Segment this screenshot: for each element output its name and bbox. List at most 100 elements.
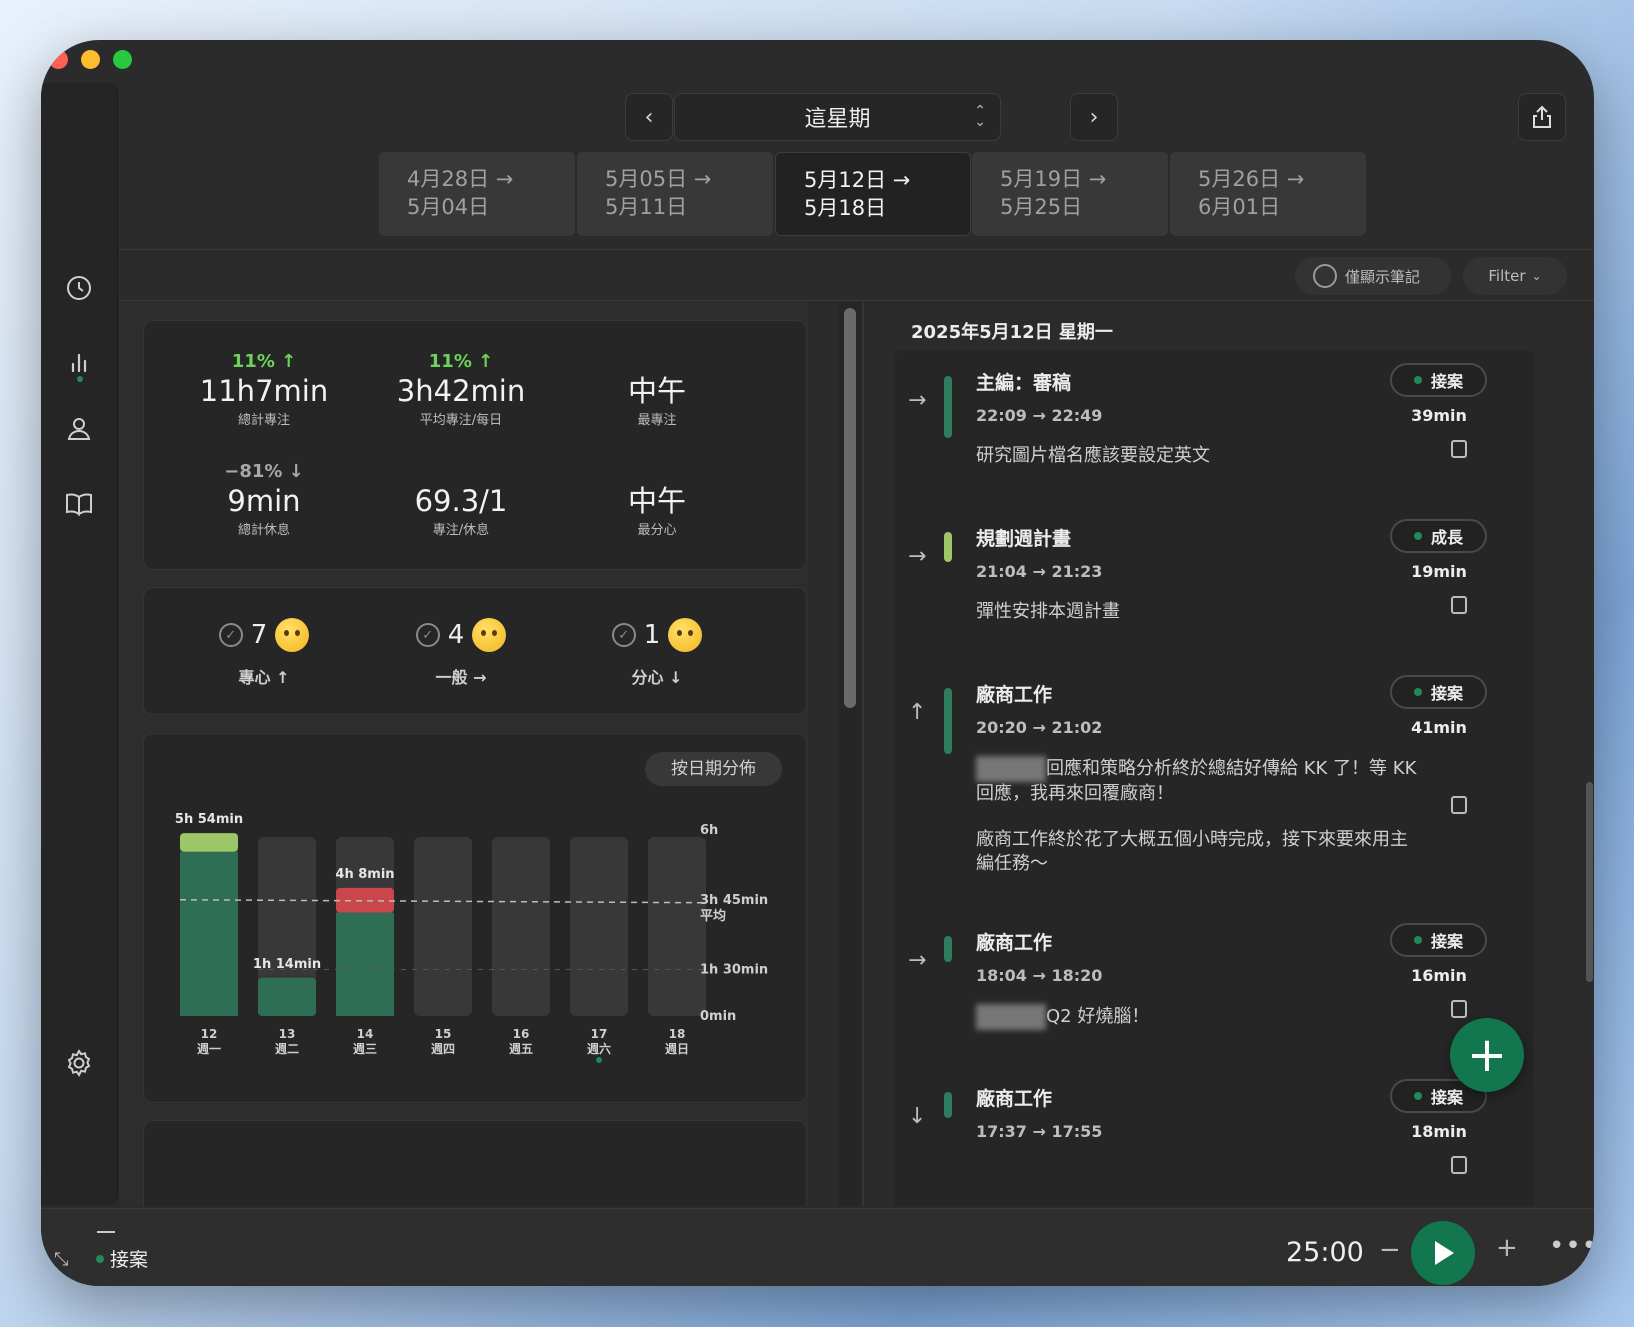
entry-note-text: 研究圖片檔名應該要設定英文	[976, 445, 1210, 466]
bar-track	[414, 837, 472, 1016]
stats-pane: 11% ↑ 11h7min 總計專注 11% ↑ 3h42min 平均專注/每日 …	[119, 302, 809, 1206]
mood-item[interactable]: ✓ 7 專心 ↑	[164, 618, 364, 688]
week-end: 5月25日	[1000, 195, 1083, 219]
stat-change: 11% ↑	[231, 351, 297, 372]
week-tab[interactable]: 5月05日 → 5月11日	[577, 152, 773, 236]
increase-time-button[interactable]: +	[1496, 1233, 1518, 1263]
x-weekday-label: 週一	[197, 1041, 221, 1056]
period-select[interactable]: 這星期 ⌃ ⌄	[674, 93, 1001, 141]
gear-icon[interactable]	[61, 1045, 97, 1081]
bar-segment	[180, 851, 238, 1016]
entry-tag[interactable]: 接案	[1390, 923, 1487, 957]
bar-value-label: 1h 14min	[253, 957, 321, 972]
entry-tag-label: 接案	[1430, 372, 1463, 391]
clipboard-icon[interactable]	[1451, 1156, 1467, 1174]
stat-value: 中午	[627, 374, 686, 408]
timeline-date: 2025年5月12日 星期一	[911, 322, 1113, 343]
direction-arrow-icon: →	[908, 544, 927, 569]
week-tab[interactable]: 5月26日 → 6月01日	[1170, 152, 1366, 236]
entry-tag[interactable]: 成長	[1390, 519, 1487, 553]
entry-duration: 16min	[1411, 966, 1467, 985]
x-weekday-label: 週三	[353, 1041, 377, 1056]
stat-item: 中午 最專注	[557, 351, 757, 428]
clipboard-icon[interactable]	[1451, 440, 1467, 458]
add-entry-button[interactable]: +	[1450, 1018, 1524, 1092]
stat-change: 11% ↑	[428, 351, 494, 372]
entry-color-bar	[944, 532, 952, 562]
filter-label: Filter	[1488, 267, 1526, 285]
x-tick-label: 15	[435, 1027, 452, 1041]
entry-tag[interactable]: 接案	[1390, 675, 1487, 709]
entry-color-bar	[944, 688, 952, 754]
x-weekday-label: 週四	[431, 1041, 455, 1056]
bar-track	[648, 837, 706, 1016]
y-tick-label: 1h 30min	[700, 963, 768, 978]
week-end: 5月04日	[407, 195, 490, 219]
close-window-button[interactable]	[49, 50, 68, 69]
play-button[interactable]	[1411, 1221, 1475, 1285]
summary-card: 11% ↑ 11h7min 總計專注 11% ↑ 3h42min 平均專注/每日 …	[143, 320, 807, 570]
toggle-circle-icon	[1313, 264, 1337, 288]
period-label: 這星期	[804, 107, 871, 132]
bar-segment	[336, 912, 394, 1016]
timer-bar: ⤡ 接案 25:00 − + •••	[41, 1208, 1594, 1286]
right-scrollbar[interactable]	[1584, 302, 1594, 1206]
entry-note-text: 彈性安排本週計畫	[976, 601, 1120, 622]
decrease-time-button[interactable]: −	[1379, 1235, 1401, 1265]
entry-note: 研究圖片檔名應該要設定英文	[976, 444, 1421, 468]
share-button[interactable]	[1518, 93, 1566, 141]
distribution-card: 按日期分佈 5h 54min 12 週一 1h 14min 13 週二 4h 8min 14 週…	[143, 733, 807, 1103]
next-period-button[interactable]: ›	[1070, 93, 1118, 141]
collapse-icon[interactable]: ⤡	[54, 1249, 68, 1270]
stat-value: 9min	[227, 484, 301, 518]
left-scrollbar[interactable]	[839, 302, 861, 1206]
clipboard-icon[interactable]	[1451, 596, 1467, 614]
timer-dash	[97, 1231, 115, 1233]
chevron-updown-icon: ⌃ ⌄	[974, 103, 986, 130]
week-start: 5月26日 →	[1198, 167, 1305, 191]
entry-time: 21:04 → 21:23	[976, 562, 1103, 581]
week-start: 5月05日 →	[605, 167, 712, 191]
entry-duration: 18min	[1411, 1122, 1467, 1141]
week-tab[interactable]: 5月19日 → 5月25日	[972, 152, 1168, 236]
top-bar: ‹ 這星期 ⌃ ⌄ › 4月28日 → 5月04日 5月05日 → 5月11日 5月12日…	[119, 40, 1594, 250]
play-icon	[1435, 1241, 1454, 1265]
x-tick-label: 16	[513, 1027, 530, 1041]
app-window: ‹ 這星期 ⌃ ⌄ › 4月28日 → 5月04日 5月05日 → 5月11日 5月12日…	[41, 40, 1594, 1286]
filter-button[interactable]: Filter ⌄	[1463, 257, 1567, 295]
pensive-emoji-icon	[668, 618, 703, 652]
week-tab[interactable]: 5月12日 → 5月18日	[775, 152, 971, 236]
entry-note: 彈性安排本週計畫	[976, 600, 1421, 624]
notes-only-toggle[interactable]: 僅顯示筆記	[1295, 257, 1451, 295]
entry-tag[interactable]: 接案	[1390, 363, 1487, 397]
scroll-thumb[interactable]	[1586, 782, 1593, 982]
more-options-button[interactable]: •••	[1549, 1231, 1594, 1261]
previous-period-button[interactable]: ‹	[625, 93, 673, 141]
clipboard-icon[interactable]	[1451, 1000, 1467, 1018]
plus-icon: +	[1466, 1027, 1508, 1083]
current-task[interactable]: 接案	[96, 1245, 148, 1272]
entry-note: 廠商工作終於花了大概五個小時完成，接下來要來用主編任務～	[976, 829, 1408, 874]
stat-label: 總計休息	[237, 523, 290, 538]
entry-color-bar	[944, 1092, 952, 1118]
book-icon[interactable]	[61, 486, 97, 522]
minimize-window-button[interactable]	[81, 50, 100, 69]
entry-time: 17:37 → 17:55	[976, 1122, 1103, 1141]
x-tick-label: 13	[279, 1027, 296, 1041]
clipboard-icon[interactable]	[1451, 796, 1467, 814]
redacted-text	[976, 1004, 1046, 1030]
tag-dot-icon	[1413, 376, 1422, 384]
stat-item: 中午 最分心	[557, 461, 757, 538]
scroll-thumb[interactable]	[844, 308, 856, 708]
mood-item[interactable]: ✓ 4 一般 →	[361, 618, 561, 688]
week-tab[interactable]: 4月28日 → 5月04日	[379, 152, 575, 236]
x-tick-label: 14	[357, 1027, 374, 1041]
stat-change: −81% ↓	[224, 461, 304, 482]
entry-time: 20:20 → 21:02	[976, 718, 1103, 737]
person-icon[interactable]	[61, 411, 97, 447]
mood-item[interactable]: ✓ 1 分心 ↓	[557, 618, 757, 688]
bar-track	[492, 837, 550, 1016]
checkmark-icon: ✓	[611, 623, 636, 647]
clock-icon[interactable]	[61, 270, 97, 306]
entry-duration: 39min	[1411, 406, 1467, 425]
